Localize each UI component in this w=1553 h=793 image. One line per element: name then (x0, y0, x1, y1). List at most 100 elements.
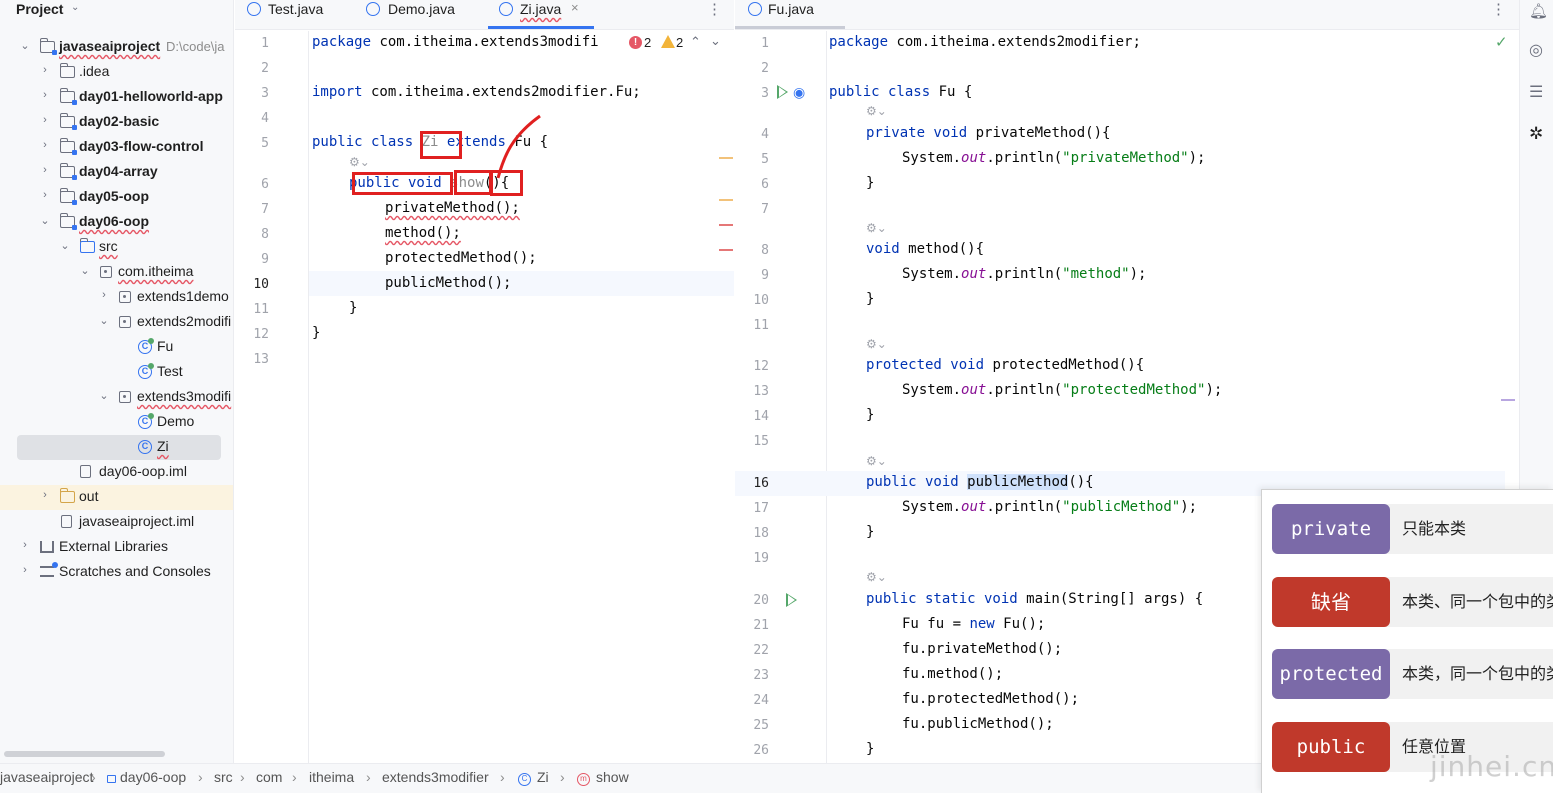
tree-item-day06-iml[interactable]: day06-oop.iml (0, 460, 233, 485)
tree-item-day01[interactable]: › day01-helloworld-app (0, 85, 233, 110)
code-line[interactable]: publicMethod(); (385, 275, 511, 291)
ai-hint-icon[interactable]: ⚙⌄ (866, 337, 887, 351)
tree-item-project-iml[interactable]: javaseaiproject.iml (0, 510, 233, 535)
tree-item-test[interactable]: C Test (0, 360, 233, 385)
ai-hint-icon[interactable]: ⚙⌄ (866, 570, 887, 584)
tree-item-com-itheima[interactable]: ⌄ com.itheima (0, 260, 233, 285)
warning-marker[interactable] (719, 157, 733, 159)
tree-item-day03[interactable]: › day03-flow-control (0, 135, 233, 160)
breadcrumb-item[interactable]: javaseaiproject (0, 769, 93, 785)
breadcrumb-item[interactable]: extends3modifier (382, 769, 489, 785)
close-icon[interactable]: × (571, 0, 579, 15)
breadcrumb-item[interactable]: itheima (309, 769, 354, 785)
project-panel-title[interactable]: Project (16, 1, 63, 17)
left-editor[interactable]: 1 2 3 4 5 6 7 8 9 10 11 12 13 package co… (235, 31, 734, 763)
code-line[interactable]: private void privateMethod(){ (866, 125, 1110, 141)
code-line[interactable]: } (866, 291, 874, 307)
code-line[interactable]: System.out.println("privateMethod"); (902, 150, 1205, 166)
code-line[interactable]: package com.itheima.extends2modifier; (829, 34, 1141, 50)
chevron-right-icon[interactable]: › (39, 189, 51, 201)
chevron-right-icon[interactable]: › (39, 64, 51, 76)
breadcrumb-item[interactable]: Zi (537, 769, 549, 785)
code-line[interactable]: } (349, 300, 357, 316)
code-line[interactable]: package com.itheima.extends3modifi (312, 34, 599, 50)
ai-assistant-icon[interactable]: ◎ (1529, 40, 1545, 59)
breadcrumb-item[interactable]: day06-oop (120, 769, 186, 785)
code-line[interactable]: } (866, 407, 874, 423)
code-line[interactable]: System.out.println("publicMethod"); (902, 499, 1197, 515)
code-line[interactable]: public static void main(String[] args) { (866, 591, 1203, 607)
run-icon[interactable] (786, 593, 797, 607)
scroll-marker[interactable] (1501, 399, 1515, 401)
code-line[interactable]: import com.itheima.extends2modifier.Fu; (312, 84, 641, 100)
more-vertical-icon[interactable]: ⋮ (1491, 0, 1506, 18)
chevron-up-icon[interactable]: ⌃ (690, 34, 701, 50)
code-line[interactable]: System.out.println("protectedMethod"); (902, 382, 1222, 398)
chevron-down-icon[interactable]: ⌄ (71, 2, 79, 13)
code-line[interactable]: } (866, 741, 874, 757)
tree-item-idea[interactable]: › .idea (0, 60, 233, 85)
ai-hint-icon[interactable]: ⚙⌄ (866, 221, 887, 235)
tree-item-extends1demo[interactable]: › extends1demo (0, 285, 233, 310)
chevron-down-icon[interactable]: ⌄ (39, 214, 51, 227)
tree-item-day05[interactable]: › day05-oop (0, 185, 233, 210)
code-line[interactable]: public void publicMethod(){ (866, 474, 1094, 490)
error-marker[interactable] (719, 249, 733, 251)
chevron-right-icon[interactable]: › (39, 164, 51, 176)
tree-item-extends3modifier[interactable]: ⌄ extends3modifi (0, 385, 233, 410)
code-line[interactable]: System.out.println("method"); (902, 266, 1146, 282)
notifications-icon[interactable]: 🔔︎ (1529, 2, 1548, 20)
tab-demo-java[interactable]: Demo.java (366, 0, 476, 30)
tree-item-fu[interactable]: C Fu (0, 335, 233, 360)
code-line[interactable]: void method(){ (866, 241, 984, 257)
chevron-right-icon[interactable]: › (19, 564, 31, 576)
tab-test-java[interactable]: Test.java (247, 0, 347, 30)
ai-hint-icon[interactable]: ⚙⌄ (866, 454, 887, 468)
chevron-right-icon[interactable]: › (39, 139, 51, 151)
code-line[interactable]: fu.privateMethod(); (902, 641, 1062, 657)
code-line[interactable]: fu.method(); (902, 666, 1003, 682)
tree-item-extends2modifier[interactable]: ⌄ extends2modifi (0, 310, 233, 335)
chevron-right-icon[interactable]: › (39, 489, 51, 501)
chevron-right-icon[interactable]: › (39, 89, 51, 101)
warning-marker[interactable] (719, 199, 733, 201)
code-line[interactable]: fu.publicMethod(); (902, 716, 1054, 732)
tree-item-external-libraries[interactable]: › External Libraries (0, 535, 233, 560)
tree-item-day06[interactable]: ⌄ day06-oop (0, 210, 233, 235)
chevron-down-icon[interactable]: ⌄ (98, 389, 110, 402)
implemented-icon[interactable]: ◉ (793, 84, 805, 101)
ai-hint-icon[interactable]: ⚙⌄ (349, 155, 370, 169)
horizontal-scrollbar[interactable] (4, 751, 165, 757)
code-line[interactable]: protected void protectedMethod(){ (866, 357, 1144, 373)
chevron-down-icon[interactable]: ⌄ (710, 33, 721, 49)
code-line[interactable]: public class Fu { (829, 84, 972, 100)
tree-item-root[interactable]: ⌄ javaseaiproject D:\code\ja (0, 35, 233, 60)
tree-item-out[interactable]: › out (0, 485, 233, 510)
error-marker[interactable] (719, 224, 733, 226)
ai-plugin-icon[interactable]: ✲ (1529, 124, 1545, 143)
code-line[interactable]: privateMethod(); (385, 200, 520, 216)
tree-item-day04[interactable]: › day04-array (0, 160, 233, 185)
code-line[interactable]: } (866, 524, 874, 540)
chevron-right-icon[interactable]: › (39, 114, 51, 126)
chevron-right-icon[interactable]: › (19, 539, 31, 551)
tree-item-day02[interactable]: › day02-basic (0, 110, 233, 135)
breadcrumb-item[interactable]: show (596, 769, 629, 785)
code-line[interactable]: protectedMethod(); (385, 250, 537, 266)
chevron-right-icon[interactable]: › (98, 289, 110, 301)
tree-item-scratches[interactable]: › Scratches and Consoles (0, 560, 233, 585)
code-line[interactable]: method(); (385, 225, 461, 241)
breadcrumb-item[interactable]: src (214, 769, 233, 785)
more-vertical-icon[interactable]: ⋮ (707, 0, 722, 18)
code-line[interactable]: } (866, 175, 874, 191)
run-icon[interactable] (777, 85, 788, 99)
chevron-down-icon[interactable]: ⌄ (59, 239, 71, 252)
code-line[interactable]: } (312, 325, 320, 341)
database-icon[interactable]: ☰ (1529, 82, 1545, 101)
tree-item-demo[interactable]: C Demo (0, 410, 233, 435)
breadcrumb-item[interactable]: com (256, 769, 282, 785)
inspection-widget[interactable]: ! 2 2 ⌃ ⌄ (629, 33, 729, 53)
project-panel-header[interactable]: Project ⌄ (0, 0, 233, 22)
tree-item-zi[interactable]: C Zi (17, 435, 221, 460)
code-line[interactable]: Fu fu = new Fu(); (902, 616, 1045, 632)
